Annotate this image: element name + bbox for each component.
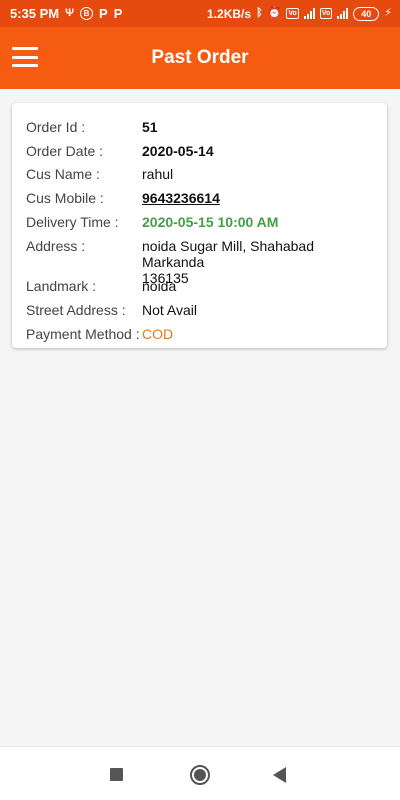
order-id-label: Order Id : [26, 119, 86, 135]
cus-mobile-link[interactable]: 9643236614 [142, 190, 220, 206]
cus-name-label: Cus Name : [26, 166, 100, 182]
bluetooth-icon: ᛒ [256, 7, 263, 19]
order-id-value: 51 [142, 119, 158, 135]
p-app-icon: P [113, 6, 123, 21]
landmark-label: Landmark : [26, 278, 97, 294]
app-bar: Past Order [0, 27, 400, 89]
p-app-icon: P [99, 6, 108, 21]
payment-method-label: Payment Method : [26, 326, 140, 342]
4g-signal-icon [303, 8, 315, 19]
status-bar: 5:35 PM Ψ B P P 1.2KB/s ᛒ ⏰ Vo Vo 40 ⚡ [0, 0, 400, 27]
volte-icon: Vo [286, 8, 299, 19]
hamburger-menu-icon[interactable] [12, 47, 38, 67]
street-address-label: Street Address : [26, 302, 126, 318]
cus-mobile-label: Cus Mobile : [26, 190, 104, 206]
recent-apps-icon[interactable] [110, 768, 123, 781]
home-icon[interactable] [190, 765, 210, 785]
order-id-row: Order Id : 51 [26, 119, 377, 135]
volte-icon: Vo [319, 8, 333, 19]
system-nav-bar [0, 746, 400, 800]
page-title: Past Order [151, 47, 249, 68]
cus-mobile-row: Cus Mobile : 9643236614 [26, 190, 377, 206]
delivery-time-label: Delivery Time : [26, 214, 119, 230]
order-date-value: 2020-05-14 [142, 143, 214, 159]
usb-icon: Ψ [65, 7, 75, 19]
charging-icon: ⚡ [384, 7, 392, 19]
payment-method-row: Payment Method : COD [26, 326, 377, 342]
b-circle-icon: B [80, 7, 94, 20]
payment-method-value: COD [142, 326, 174, 342]
order-date-row: Order Date : 2020-05-14 [26, 143, 377, 159]
order-card[interactable]: Order Id : 51 Order Date : 2020-05-14 Cu… [12, 103, 387, 348]
cus-name-row: Cus Name : rahul [26, 166, 377, 182]
status-time: 5:35 PM [10, 6, 60, 21]
cus-name-value: rahul [142, 166, 174, 182]
order-date-label: Order Date : [26, 143, 104, 159]
street-address-value: Not Avail [142, 302, 197, 318]
landmark-row: Landmark : noida [26, 278, 377, 294]
network-speed: 1.2KB/s [207, 6, 252, 21]
street-address-row: Street Address : Not Avail [26, 302, 377, 318]
alarm-icon: ⏰ [267, 7, 282, 19]
delivery-time-row: Delivery Time : 2020-05-15 10:00 AM [26, 214, 377, 230]
signal-icon [337, 8, 349, 19]
landmark-value: noida [142, 278, 177, 294]
battery-level: 40 [361, 8, 372, 19]
back-icon[interactable] [273, 767, 286, 783]
address-line1: noida Sugar Mill, Shahabad Markanda [142, 238, 315, 270]
delivery-time-value: 2020-05-15 10:00 AM [142, 214, 279, 230]
battery-icon: 40 [353, 6, 380, 21]
